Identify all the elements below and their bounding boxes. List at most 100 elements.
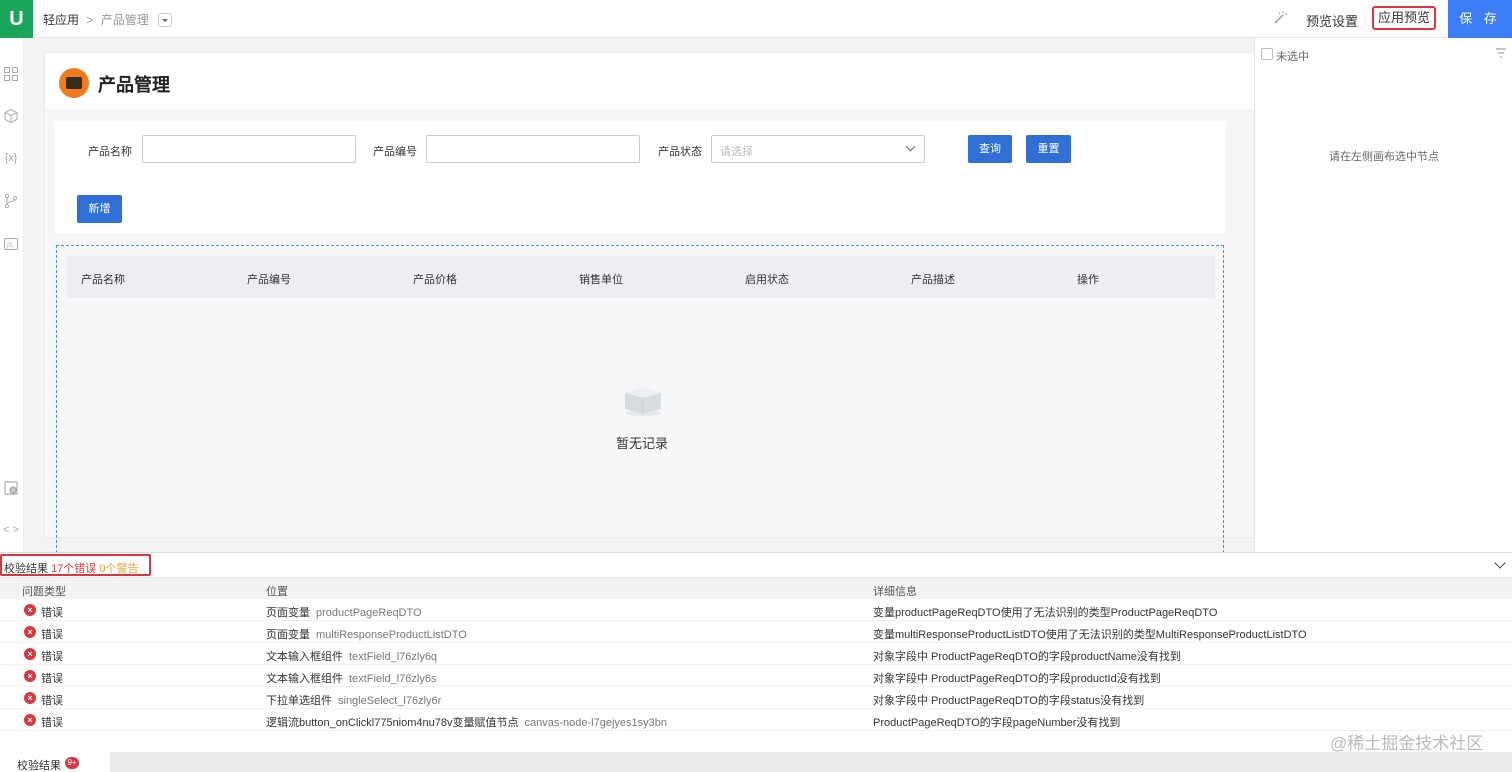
breadcrumb-current: 产品管理 — [100, 13, 149, 27]
svg-text:JS: JS — [6, 242, 13, 249]
grid-icon[interactable] — [3, 66, 19, 82]
position-sub: multiResponseProductListDTO — [316, 629, 467, 641]
column-header: 启用状态 — [745, 274, 789, 286]
status-placeholder: 请选择 — [720, 146, 753, 158]
page-header: 产品管理 — [45, 53, 1255, 109]
issue-position: 页面变量 multiResponseProductListDTO — [266, 626, 467, 642]
position-main: 页面变量 — [266, 629, 310, 641]
error-count-badge: 9+ — [65, 757, 79, 769]
bottom-tab-bar: 校验结果 9+ — [0, 752, 1512, 772]
validation-title: 校验结果 — [4, 563, 48, 575]
tab-validation-results[interactable]: 校验结果 9+ — [0, 752, 110, 772]
issue-position: 文本输入框组件 textField_l76zly6s — [266, 670, 436, 686]
app-preview-button[interactable]: 应用预览 — [1372, 6, 1436, 30]
position-sub: singleSelect_l76zly6r — [338, 695, 442, 707]
issue-detail: 对象字段中 ProductPageReqDTO的字段status没有找到 — [873, 695, 1145, 707]
js-icon[interactable]: JS — [3, 236, 19, 252]
position-main: 页面变量 — [266, 607, 310, 619]
validation-row[interactable]: × 错误 文本输入框组件 textField_l76zly6q 对象字段中 Pro… — [0, 643, 1512, 665]
component-icon[interactable] — [3, 480, 19, 496]
issue-detail: 变量multiResponseProductListDTO使用了无法识别的类型M… — [873, 629, 1307, 641]
issue-position: 逻辑流button_onClickl775niom4nu78v变量赋值节点 can… — [266, 714, 667, 730]
column-header: 操作 — [1077, 274, 1099, 286]
page-preview: 产品管理 产品名称 产品编号 产品状态 请选择 查询 重置 新增 产品名称 产品… — [45, 53, 1262, 553]
product-status-label: 产品状态 — [658, 146, 702, 158]
filter-menu-icon[interactable] — [1496, 48, 1506, 61]
issue-position: 文本输入框组件 textField_l76zly6q — [266, 648, 437, 664]
validation-row[interactable]: × 错误 逻辑流button_onClickl775niom4nu78v变量赋值… — [0, 709, 1512, 731]
reset-button[interactable]: 重置 — [1026, 135, 1071, 163]
column-header: 销售单位 — [579, 274, 623, 286]
filter-form: 产品名称 产品编号 产品状态 请选择 查询 重置 新增 — [55, 121, 1225, 233]
watermark: @稀土掘金技术社区 — [1330, 734, 1484, 753]
save-button[interactable]: 保 存 — [1448, 0, 1512, 38]
breadcrumb-separator: > — [86, 13, 94, 27]
design-canvas[interactable]: 产品管理 产品名称 产品编号 产品状态 请选择 查询 重置 新增 产品名称 产品… — [24, 38, 1262, 553]
properties-panel: 未选中 请在左侧画布选中节点 — [1254, 38, 1512, 552]
error-icon: × — [24, 670, 36, 682]
validation-row[interactable]: × 错误 文本输入框组件 textField_l76zly6s 对象字段中 Pro… — [0, 665, 1512, 687]
product-name-input[interactable] — [142, 135, 356, 163]
issue-detail: 对象字段中 ProductPageReqDTO的字段productName没有找… — [873, 651, 1181, 663]
unselected-checkbox[interactable] — [1261, 48, 1273, 60]
empty-box-icon — [619, 381, 667, 417]
position-sub: productPageReqDTO — [316, 607, 422, 619]
variable-icon[interactable]: {x} — [3, 150, 19, 166]
issue-position: 下拉单选组件 singleSelect_l76zly6r — [266, 692, 441, 708]
app-logo[interactable]: U — [0, 0, 33, 38]
preview-settings-button[interactable]: 预览设置 — [1306, 11, 1358, 30]
column-header: 产品名称 — [81, 274, 125, 286]
product-table[interactable]: 产品名称 产品编号 产品价格 销售单位 启用状态 产品描述 操作 暂无记录 — [56, 245, 1224, 553]
error-icon: × — [24, 626, 36, 638]
position-main: 文本输入框组件 — [266, 673, 343, 685]
column-header: 产品描述 — [911, 274, 955, 286]
validation-row[interactable]: × 错误 页面变量 multiResponseProductListDTO 变量m… — [0, 621, 1512, 643]
error-icon: × — [24, 692, 36, 704]
position-sub: textField_l76zly6q — [349, 651, 438, 663]
branch-icon[interactable] — [3, 193, 19, 209]
breadcrumb-root[interactable]: 轻应用 — [43, 13, 79, 27]
validation-row[interactable]: × 错误 下拉单选组件 singleSelect_l76zly6r 对象字段中 P… — [0, 687, 1512, 709]
add-button[interactable]: 新增 — [77, 195, 122, 223]
product-code-input[interactable] — [426, 135, 640, 163]
position-sub: canvas-node-l7gejyes1sy3bn — [524, 717, 667, 729]
validation-panel: 校验结果 17个错误 0个警告 问题类型 位置 详细信息 × 错误 页面变量 pr… — [0, 552, 1512, 753]
top-bar: U 轻应用 > 产品管理 预览设置 应用预览 保 存 — [0, 0, 1512, 38]
product-page-icon — [59, 68, 89, 98]
validation-row[interactable]: × 错误 页面变量 productPageReqDTO 变量productPage… — [0, 599, 1512, 621]
validation-table-header: 问题类型 位置 详细信息 — [0, 577, 1512, 599]
query-button[interactable]: 查询 — [968, 135, 1012, 163]
tab-label: 校验结果 — [17, 760, 61, 772]
code-icon[interactable]: < > — [3, 522, 19, 538]
issue-position: 页面变量 productPageReqDTO — [266, 604, 422, 620]
header-detail: 详细信息 — [873, 586, 917, 598]
header-position: 位置 — [266, 586, 288, 598]
issue-type: 错误 — [41, 695, 63, 707]
issue-type: 错误 — [41, 673, 63, 685]
issue-detail: 对象字段中 ProductPageReqDTO的字段productId没有找到 — [873, 673, 1161, 685]
column-header: 产品编号 — [247, 274, 291, 286]
validation-summary: 校验结果 17个错误 0个警告 — [0, 554, 151, 576]
issue-detail: ProductPageReqDTO的字段pageNumber没有找到 — [873, 717, 1121, 729]
collapse-panel-icon[interactable] — [1494, 557, 1506, 569]
error-icon: × — [24, 714, 36, 726]
error-count: 17个错误 — [51, 563, 97, 575]
position-main: 文本输入框组件 — [266, 651, 343, 663]
page-dropdown-icon[interactable] — [158, 13, 173, 27]
product-name-label: 产品名称 — [88, 146, 132, 158]
issue-type: 错误 — [41, 651, 63, 663]
issue-detail: 变量productPageReqDTO使用了无法识别的类型ProductPage… — [873, 607, 1218, 619]
chevron-down-icon — [905, 141, 916, 152]
select-node-hint: 请在左侧画布选中节点 — [1329, 151, 1439, 163]
validation-title-line: 校验结果 17个错误 0个警告 — [4, 560, 139, 576]
unselected-label: 未选中 — [1276, 51, 1309, 63]
position-main: 下拉单选组件 — [266, 695, 332, 707]
product-status-select[interactable]: 请选择 — [711, 135, 925, 163]
error-icon: × — [24, 648, 36, 660]
magic-wand-icon[interactable] — [1272, 10, 1288, 26]
product-code-label: 产品编号 — [373, 146, 417, 158]
cube-icon[interactable] — [3, 108, 19, 124]
position-sub: textField_l76zly6s — [349, 673, 437, 685]
header-issue-type: 问题类型 — [22, 586, 66, 598]
page-title: 产品管理 — [98, 75, 170, 95]
